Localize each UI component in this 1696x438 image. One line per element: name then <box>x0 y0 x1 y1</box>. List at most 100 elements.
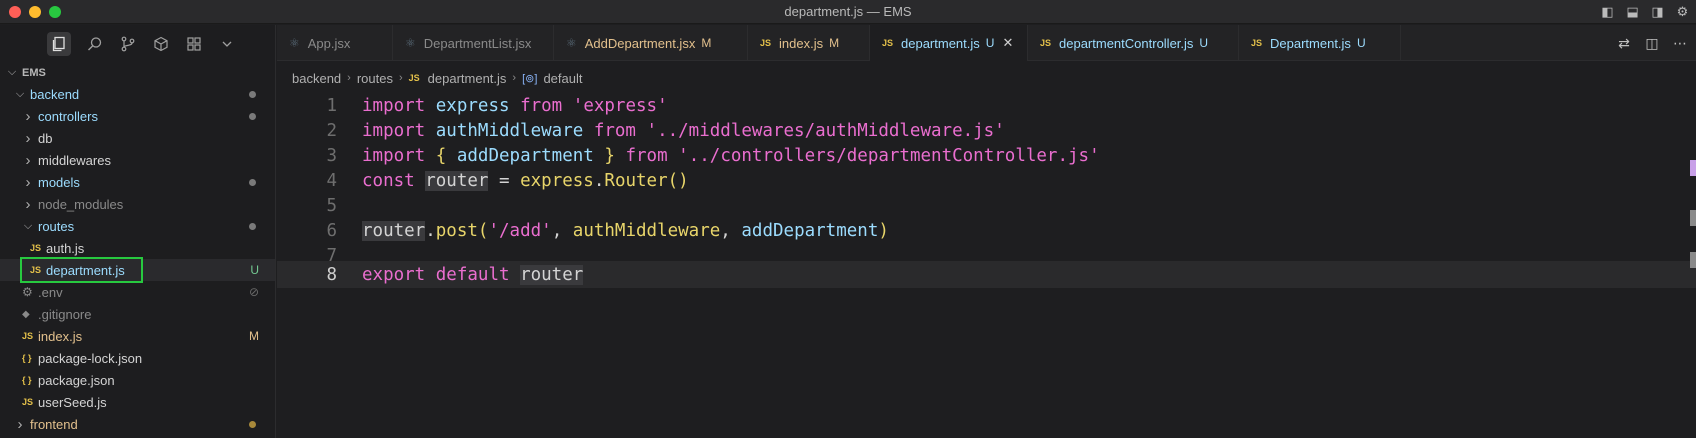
more-actions-icon[interactable]: ⋯ <box>1672 35 1688 52</box>
sidebar-item-frontend[interactable]: › frontend <box>0 413 275 435</box>
sidebar-item-middlewares[interactable]: › middlewares <box>0 149 275 171</box>
sidebar-item-node-modules[interactable]: › node_modules <box>0 193 275 215</box>
code-line: 2 import authMiddleware from '../middlew… <box>277 117 1696 144</box>
js-file-icon: JS <box>30 243 42 253</box>
react-file-icon: ⚛ <box>289 36 300 50</box>
sidebar-item-models[interactable]: › models <box>0 171 275 193</box>
change-dot-icon <box>249 222 256 230</box>
code-line: 3 import { addDepartment } from '../cont… <box>277 142 1696 169</box>
sidebar-item-label: index.js <box>38 328 83 344</box>
sidebar-item-controllers[interactable]: › controllers <box>0 105 275 127</box>
workspace-root[interactable]: ⌵ EMS <box>0 62 275 83</box>
chevron-right-icon: › <box>512 72 517 84</box>
change-dot-icon <box>249 178 256 186</box>
sidebar-item-label: .env <box>38 284 63 300</box>
close-icon[interactable]: ✕ <box>1002 35 1013 51</box>
code-line: 4 const router = express.Router() <box>277 167 1696 194</box>
sidebar-item-backend[interactable]: ⌵ backend <box>0 83 275 105</box>
sidebar-item-db[interactable]: › db <box>0 127 275 149</box>
chevron-down-icon: ⌵ <box>15 87 25 100</box>
layout-controls: ◧ ⬓ ◨ ⚙ <box>1600 4 1690 19</box>
tab-label: App.jsx <box>307 35 351 51</box>
editor-actions: ⇄ ◫ ⋯ <box>1616 25 1688 61</box>
chevron-right-icon: › <box>25 129 31 147</box>
json-file-icon: { } <box>22 375 32 385</box>
react-file-icon: ⚛ <box>566 36 577 50</box>
sidebar-item-gitignore[interactable]: ◆ .gitignore <box>0 303 275 325</box>
tab-index-js[interactable]: JS index.js M <box>748 25 870 61</box>
explorer-sidebar: ⌵ EMS ⌵ backend › controllers › db › middleware… <box>0 25 276 438</box>
chevron-down-icon: ⌵ <box>7 66 17 78</box>
code-line: 6 router.post('/add', authMiddleware, ad… <box>277 217 1696 244</box>
js-file-icon: JS <box>882 38 894 48</box>
modified-badge: M <box>829 36 840 50</box>
tab-label: DepartmentList.jsx <box>423 35 532 51</box>
chevron-right-icon: › <box>17 415 23 433</box>
tab-label: AddDepartment.jsx <box>584 35 696 51</box>
chevron-right-icon: › <box>25 195 31 213</box>
sidebar-item-label: .gitignore <box>38 306 92 322</box>
tab-departmentcontroller-js[interactable]: JS departmentController.js U <box>1028 25 1239 61</box>
json-file-icon: { } <box>22 353 32 363</box>
code-line: 1 import express from 'express' <box>277 92 1696 119</box>
sidebar-item-auth-js[interactable]: JS auth.js <box>0 237 275 259</box>
more-views-chevron-icon[interactable] <box>218 35 236 53</box>
chevron-right-icon: › <box>347 72 351 84</box>
code-editor[interactable]: 1 import express from 'express' 2 import… <box>277 92 1696 438</box>
tab-label: departmentController.js <box>1059 35 1194 51</box>
breadcrumb-item-file[interactable]: department.js <box>428 71 507 86</box>
sidebar-item-label: db <box>38 130 53 146</box>
open-changes-icon[interactable]: ⇄ <box>1616 35 1632 52</box>
tab-departmentlist-jsx[interactable]: ⚛ DepartmentList.jsx <box>393 25 554 61</box>
sidebar-item-label: middlewares <box>38 152 111 168</box>
run-debug-icon[interactable] <box>152 35 170 53</box>
maximize-window-button[interactable] <box>49 5 61 18</box>
sidebar-item-label: routes <box>38 218 75 234</box>
tab-department-js[interactable]: JS Department.js U <box>1239 25 1401 61</box>
tab-app-jsx[interactable]: ⚛ App.jsx <box>277 25 393 61</box>
code-text: import { addDepartment } from '../contro… <box>362 145 1100 166</box>
breadcrumb-item-backend[interactable]: backend <box>292 71 341 86</box>
sidebar-item-package-lock-json[interactable]: { } package-lock.json <box>0 347 275 369</box>
line-number: 5 <box>326 195 337 216</box>
breadcrumb-item-routes[interactable]: routes <box>357 71 393 86</box>
sidebar-item-department-js[interactable]: JS department.js U <box>0 257 275 283</box>
chevron-right-icon: › <box>398 72 403 84</box>
line-number: 4 <box>326 170 337 191</box>
extensions-icon[interactable] <box>185 35 203 53</box>
explorer-icon[interactable] <box>47 31 71 56</box>
sidebar-item-label: frontend <box>30 416 78 432</box>
selection-highlight <box>20 257 143 283</box>
sidebar-item-package-json[interactable]: { } package.json <box>0 369 275 391</box>
breadcrumb-item-symbol[interactable]: default <box>543 71 582 86</box>
source-control-icon[interactable] <box>119 35 137 53</box>
js-file-icon: JS <box>1040 38 1052 48</box>
sidebar-item-routes[interactable]: ⌵ routes <box>0 215 275 237</box>
toggle-panel-icon[interactable]: ⬓ <box>1625 4 1640 19</box>
editor-tabs: ⚛ App.jsx ⚛ DepartmentList.jsx ⚛ AddDepartmen… <box>277 25 1696 61</box>
chevron-right-icon: › <box>25 173 31 191</box>
tab-adddepartment-jsx[interactable]: ⚛ AddDepartment.jsx M <box>554 25 748 61</box>
tab-department-js[interactable]: JS department.js U ✕ <box>870 25 1028 61</box>
sidebar-item-env[interactable]: ⚙ .env ⊘ <box>0 281 275 303</box>
sidebar-item-index-js[interactable]: JS index.js M <box>0 325 275 347</box>
toggle-secondary-sidebar-icon[interactable]: ◨ <box>1650 4 1665 19</box>
toggle-primary-sidebar-icon[interactable]: ◧ <box>1600 4 1615 19</box>
split-editor-icon[interactable]: ◫ <box>1644 35 1660 52</box>
chevron-right-icon: › <box>25 107 31 125</box>
ignored-badge: ⊘ <box>248 285 259 299</box>
search-icon[interactable] <box>86 35 104 53</box>
sidebar-item-userseed-js[interactable]: JS userSeed.js <box>0 391 275 413</box>
untracked-badge: U <box>1356 36 1366 50</box>
sidebar-item-label: models <box>38 174 80 190</box>
react-file-icon: ⚛ <box>405 36 416 50</box>
js-file-icon: JS <box>22 397 34 407</box>
change-dot-icon <box>249 112 256 120</box>
code-line-current: 8 export default router <box>277 261 1696 288</box>
close-window-button[interactable] <box>9 5 21 18</box>
js-file-icon: JS <box>760 38 772 48</box>
chevron-down-icon: ⌵ <box>23 219 33 232</box>
settings-gear-icon[interactable]: ⚙ <box>1675 4 1690 19</box>
minimize-window-button[interactable] <box>29 5 41 18</box>
sidebar-item-label: package.json <box>38 372 115 388</box>
